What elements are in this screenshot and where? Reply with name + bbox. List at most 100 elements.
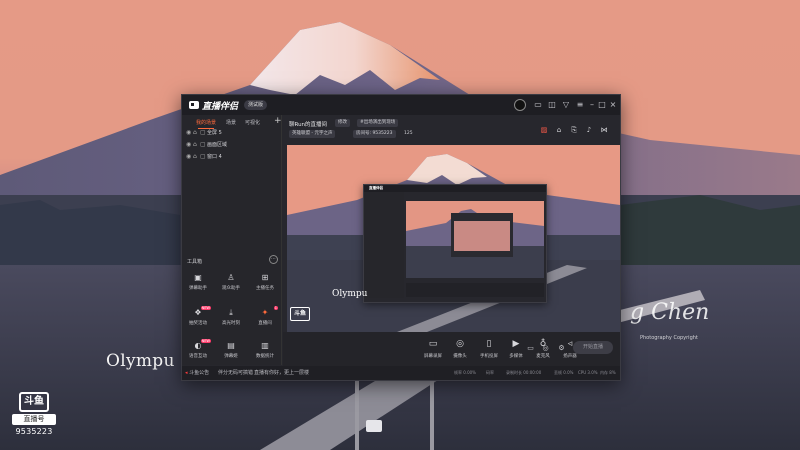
scene-label: 画面区域 (207, 142, 228, 148)
bottom-controls-right: ▭ ◎ ⚙ 开始直播 (282, 331, 619, 365)
fans-count: 125 (404, 131, 413, 136)
notice-item[interactable]: 伴分无码可搞错 (218, 369, 253, 376)
tool-danmu-assistant[interactable]: ▣ 弹幕助手 (185, 273, 211, 295)
record-dot-icon: ◂ (185, 370, 188, 376)
category-chip[interactable]: 英雄联盟 - 元宇之声 (289, 130, 336, 138)
task-icon: ⊞ (261, 273, 269, 282)
settings-icon[interactable]: ⚙ (557, 344, 566, 353)
lock-icon[interactable]: ⌂ (554, 125, 564, 135)
room-title: 聊Run的直播间 (289, 122, 328, 128)
eye-icon[interactable]: ◉ (186, 128, 193, 138)
watermark-number: 9535223 (15, 427, 53, 436)
app-logo-icon (189, 101, 199, 109)
share-screen-icon[interactable]: ⎘ (569, 125, 579, 135)
gift-icon[interactable]: ▨ (539, 125, 549, 135)
avatar[interactable] (514, 99, 526, 111)
share-icon[interactable]: ⋈ (599, 125, 609, 135)
monitor-icon: ▢ (200, 129, 206, 136)
lock-icon[interactable]: ⌂ (193, 140, 200, 150)
tool-highlight[interactable]: ⤓ 高光时刻 (218, 308, 244, 330)
menu-icon[interactable]: ≡ (575, 100, 585, 110)
feedback-icon[interactable]: ◫ (547, 100, 557, 110)
notice-text: 斗鱼公告 (189, 370, 210, 376)
tool-danmu-ji[interactable]: ▤ 弹幕姬 (218, 341, 244, 363)
preview-olympus-text: Olympu (332, 289, 368, 299)
record-icon[interactable]: ▭ (526, 344, 535, 353)
tool-host-task[interactable]: ⊞ 主播任务 (252, 273, 278, 295)
douyu-watermark: 斗鱼 直播号 9535223 (12, 392, 56, 436)
tool-label: 直播间 (258, 321, 272, 326)
scene-item[interactable]: ◉ ⌂ ▢窗口 4 (186, 152, 276, 162)
nested-title-bar: 直播伴侣 (364, 185, 546, 192)
tool-label: 弹幕助手 (189, 286, 207, 291)
scene-item[interactable]: ◉ ⌂ ▢画面区域 (186, 140, 276, 150)
chat-icon: ▣ (194, 273, 202, 282)
tool-label: 语音互动 (189, 354, 207, 359)
bell-icon[interactable]: ♪ (584, 125, 594, 135)
more-icon[interactable]: ⋯ (269, 255, 278, 264)
tool-statistics[interactable]: ▥ 数据统计 (252, 341, 278, 363)
close-icon[interactable]: × (608, 100, 618, 110)
title-bar[interactable]: 直播伴侣 测试版 ▭ ◫ ▽ ≡ – □ × (182, 95, 620, 115)
version-badge[interactable]: 测试版 (244, 100, 268, 110)
notice-item[interactable]: 直播有你好，更上一层楼 (254, 369, 309, 376)
lock-icon[interactable]: ⌂ (193, 128, 200, 138)
count-badge: 1 (273, 306, 278, 310)
add-scene-icon[interactable]: + (274, 116, 282, 126)
tool-label: 弹幕姬 (224, 354, 238, 359)
bitrate-readout: 码率 (486, 370, 494, 375)
lock-icon[interactable]: ⌂ (193, 152, 200, 162)
photographer-signature: g Chen (630, 300, 710, 325)
notice-label: ◂ 斗鱼公告 (185, 369, 209, 376)
cpu-readout: CPU 3.0% (578, 370, 598, 375)
room-id: 房间号: 9535223 (353, 130, 396, 138)
tab-my-scenes[interactable]: 我的场景 (196, 119, 216, 129)
tool-voice[interactable]: ◐ 语音互动 NEW (185, 339, 211, 363)
tool-label: 高光时刻 (222, 321, 240, 326)
scene-item[interactable]: ◉ ⌂ ▢全屏 5 (186, 128, 276, 138)
scene-tabs: 我的场景 场景 可视化 + (182, 115, 282, 129)
user-icon: ♙ (227, 273, 235, 282)
shield-icon[interactable]: ▽ (561, 100, 571, 110)
edit-chip[interactable]: 修改 (335, 119, 350, 127)
toolbox-heading: 工具箱 (187, 259, 203, 265)
new-badge: NEW (200, 339, 211, 343)
scene-label: 窗口 4 (207, 154, 222, 160)
eye-icon[interactable]: ◉ (186, 152, 193, 162)
tool-label: 观众助手 (222, 286, 240, 291)
minimize-icon[interactable]: – (587, 100, 597, 110)
nested-bottom-bar (406, 283, 544, 297)
signature-subtitle: Photography Copyright (640, 335, 698, 341)
tag-chip[interactable]: #出场演出到现场 (357, 119, 399, 127)
tool-live-room[interactable]: ✦ 直播间 1 (252, 306, 278, 330)
eye-icon[interactable]: ◉ (186, 140, 193, 150)
nested-preview-image (406, 201, 544, 278)
maximize-icon[interactable]: □ (597, 100, 607, 110)
tool-audience-assistant[interactable]: ♙ 观众助手 (218, 273, 244, 295)
duration-readout: 录制时长 00:00:00 (506, 370, 542, 375)
preview-logo: 斗鱼 (290, 307, 310, 321)
memory-readout: 内存 8% (600, 370, 616, 375)
nested-app-name: 直播伴侣 (369, 186, 383, 190)
tool-lottery[interactable]: ❖ 抽奖活动 NEW (185, 306, 211, 330)
tab-scenes[interactable]: 场景 (226, 119, 236, 126)
nested-left-panel (364, 192, 404, 298)
app-name: 直播伴侣 (202, 102, 239, 112)
tab-visual[interactable]: 可视化 (245, 119, 260, 126)
room-header: 聊Run的直播间 修改 #出场演出到现场 英雄联盟 - 元宇之声 房间号: 95… (283, 115, 620, 145)
stream-preview[interactable]: 直播伴侣 Olympu 斗鱼 (287, 145, 620, 332)
tool-label: 主播任务 (256, 286, 274, 291)
tool-label: 抽奖活动 (189, 321, 207, 326)
chart-icon: ▥ (261, 341, 269, 350)
message-icon[interactable]: ▭ (533, 100, 543, 110)
record-dot-icon[interactable]: ◎ (541, 344, 550, 353)
tv-icon: ▤ (227, 341, 235, 350)
start-live-button[interactable]: 开始直播 (573, 341, 613, 354)
left-panel: 我的场景 场景 可视化 + ◉ ⌂ ▢全屏 5 ◉ ⌂ ▢画面区域 ◉ ⌂ ▢窗口 4 工具… (182, 115, 282, 365)
nested-capture-window: 直播伴侣 (363, 184, 547, 303)
tool-label: 数据统计 (256, 354, 274, 359)
framerate-readout: 帧率 0.00% (454, 370, 476, 375)
dropped-frames-readout: 丢帧 0.0% (554, 370, 574, 375)
scene-label: 全屏 5 (207, 130, 222, 136)
status-bar: ◂ 斗鱼公告 伴分无码可搞错 直播有你好，更上一层楼 帧率 0.00% 码率 录… (182, 366, 620, 380)
